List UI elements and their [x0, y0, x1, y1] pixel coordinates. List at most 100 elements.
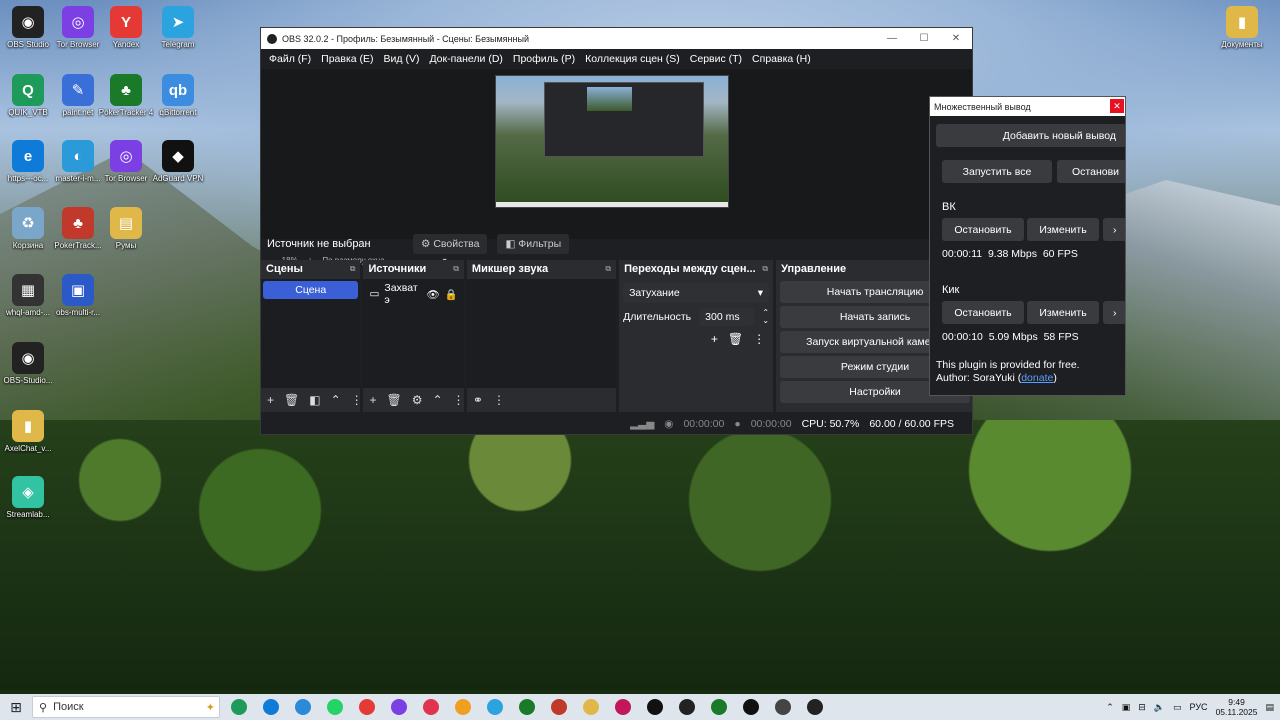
desktop-icon[interactable]: ◎ Tor Browser — [98, 140, 154, 184]
menu-file[interactable]: Файл (F) — [264, 53, 316, 65]
menu-profile[interactable]: Профиль (P) — [508, 53, 580, 65]
taskbar-app-button[interactable] — [258, 696, 284, 718]
source-item[interactable]: ▭ Захват э 👁 🔒 — [363, 279, 463, 309]
desktop-icon[interactable]: ◉ OBS Studio — [0, 6, 56, 50]
more-icon[interactable]: ⋮ — [493, 393, 505, 407]
menu-help[interactable]: Справка (H) — [747, 53, 816, 65]
add-icon[interactable]: + — [369, 393, 376, 407]
taskbar-app-button[interactable] — [802, 696, 828, 718]
output-more-button[interactable]: › — [1103, 301, 1125, 324]
app-icon: ♣ — [110, 74, 142, 106]
close-icon[interactable]: ✕ — [1110, 99, 1124, 113]
desktop-icon[interactable]: ➤ Telegram — [150, 6, 206, 50]
taskbar-app-button[interactable] — [642, 696, 668, 718]
desktop-icon[interactable]: ♻ Корзина — [0, 207, 56, 251]
add-output-button[interactable]: Добавить новый вывод — [936, 124, 1125, 147]
desktop-icon[interactable]: ◉ OBS-Studio... — [0, 342, 56, 386]
stop-all-button[interactable]: Останови — [1057, 160, 1125, 183]
duration-input[interactable]: 300 ms — [699, 308, 755, 326]
desktop-icon[interactable]: Q QUIK_VTB — [0, 74, 56, 118]
taskbar-app-button[interactable] — [482, 696, 508, 718]
taskbar-app-button[interactable] — [706, 696, 732, 718]
desktop-icon[interactable]: Y Yandex — [98, 6, 154, 50]
maximize-button[interactable]: ☐ — [908, 28, 940, 49]
desktop-icon[interactable]: ♣ PokerTracker 4 — [98, 74, 154, 118]
desktop-icon[interactable]: qb qBittorrent — [150, 74, 206, 118]
transition-select[interactable]: Затухание ▾ — [623, 283, 770, 303]
taskbar-app-button[interactable] — [546, 696, 572, 718]
add-icon[interactable]: + — [267, 393, 274, 407]
eye-icon[interactable]: 👁 — [426, 288, 439, 301]
program-preview[interactable] — [495, 75, 729, 208]
multi-output-titlebar[interactable]: Множественный вывод ✕ — [930, 97, 1125, 116]
tray-expand-icon[interactable]: ⌃ — [1106, 702, 1114, 713]
taskbar-app-button[interactable] — [354, 696, 380, 718]
notifications-icon[interactable]: ▤ — [1265, 702, 1274, 713]
desktop-icon[interactable]: ▮ Документы — [1214, 6, 1270, 50]
output-stop-button[interactable]: Остановить — [942, 301, 1024, 324]
taskbar-app-button[interactable] — [322, 696, 348, 718]
more-icon[interactable]: ⋮ — [753, 332, 765, 346]
float-icon[interactable]: ⧉ — [453, 264, 459, 274]
add-icon[interactable]: + — [711, 332, 718, 346]
menu-scene-collection[interactable]: Коллекция сцен (S) — [580, 53, 685, 65]
desktop-icon[interactable]: ▮ AxelChat_v... — [0, 410, 56, 454]
scene-item[interactable]: Сцена — [263, 281, 359, 299]
taskbar-app-button[interactable] — [770, 696, 796, 718]
stepper-icon[interactable]: ⌃ ⌄ — [762, 309, 769, 325]
chevron-up-icon[interactable]: ⌃ — [331, 393, 341, 407]
taskbar-app-button[interactable] — [578, 696, 604, 718]
taskbar-app-button[interactable] — [610, 696, 636, 718]
menu-edit[interactable]: Правка (E) — [316, 53, 378, 65]
menu-view[interactable]: Вид (V) — [379, 53, 425, 65]
desktop-icon[interactable]: ▤ Румы — [98, 207, 154, 251]
battery-icon[interactable]: ▭ — [1173, 702, 1182, 713]
float-icon[interactable]: ⧉ — [605, 264, 611, 274]
output-edit-button[interactable]: Изменить — [1027, 218, 1099, 241]
menu-tools[interactable]: Сервис (T) — [685, 53, 747, 65]
clock[interactable]: 9:49 05.11.2025 — [1216, 697, 1258, 717]
network-icon[interactable]: ⊟ — [1138, 702, 1146, 713]
taskbar-app-button[interactable] — [386, 696, 412, 718]
output-stop-button[interactable]: Остановить — [942, 218, 1024, 241]
gear-icon[interactable]: ⚙ — [412, 393, 423, 407]
more-icon[interactable]: ⋮ — [453, 393, 465, 407]
taskbar-app-button[interactable] — [514, 696, 540, 718]
volume-icon[interactable]: 🔈 — [1154, 702, 1165, 713]
float-icon[interactable]: ⧉ — [762, 264, 768, 274]
donate-link[interactable]: donate — [1021, 372, 1053, 384]
more-icon[interactable]: ⋮ — [351, 393, 363, 407]
trash-icon[interactable]: 🗑 — [728, 332, 743, 346]
filter-icon[interactable]: ◧ — [309, 393, 320, 407]
output-more-button[interactable]: › — [1103, 218, 1125, 241]
taskbar-app-button[interactable] — [290, 696, 316, 718]
windows-start-icon[interactable]: ⊞ — [0, 699, 32, 716]
output-edit-button[interactable]: Изменить — [1027, 301, 1099, 324]
trash-icon[interactable]: 🗑 — [386, 393, 401, 407]
taskbar-app-button[interactable] — [450, 696, 476, 718]
taskbar-app-button[interactable] — [674, 696, 700, 718]
tray-app-icon[interactable]: ▣ — [1122, 702, 1131, 713]
lock-icon[interactable]: 🔒 — [445, 288, 458, 301]
obs-titlebar[interactable]: OBS 32.0.2 - Профиль: Безымянный - Сцены… — [261, 28, 972, 49]
filters-button[interactable]: ◧ Фильтры — [497, 234, 570, 254]
float-icon[interactable]: ⧉ — [350, 264, 356, 274]
menu-docks[interactable]: Док-панели (D) — [424, 53, 507, 65]
taskbar-app-button[interactable] — [738, 696, 764, 718]
language-indicator[interactable]: РУС — [1190, 702, 1208, 712]
trash-icon[interactable]: 🗑 — [284, 393, 299, 407]
desktop-icon[interactable]: ▣ obs-multi-r... — [50, 274, 106, 318]
start-all-button[interactable]: Запустить все — [942, 160, 1052, 183]
taskbar-app-button[interactable] — [418, 696, 444, 718]
minimize-button[interactable]: — — [876, 28, 908, 49]
taskbar-search[interactable]: ⚲ Поиск ✦ — [32, 696, 220, 718]
desktop-icon[interactable]: ◆ AdGuard VPN — [150, 140, 206, 184]
desktop-icon[interactable]: ▦ whql-amd-... — [0, 274, 56, 318]
chevron-up-icon[interactable]: ⌃ — [432, 393, 442, 407]
desktop-icon[interactable]: ◈ Streamlab... — [0, 476, 56, 520]
desktop-icon[interactable]: e https---oc... — [0, 140, 56, 184]
close-button[interactable]: ✕ — [940, 28, 972, 49]
properties-button[interactable]: ⚙ Свойства — [413, 234, 488, 254]
link-icon[interactable]: ⚭ — [473, 393, 483, 407]
taskbar-app-button[interactable] — [226, 696, 252, 718]
